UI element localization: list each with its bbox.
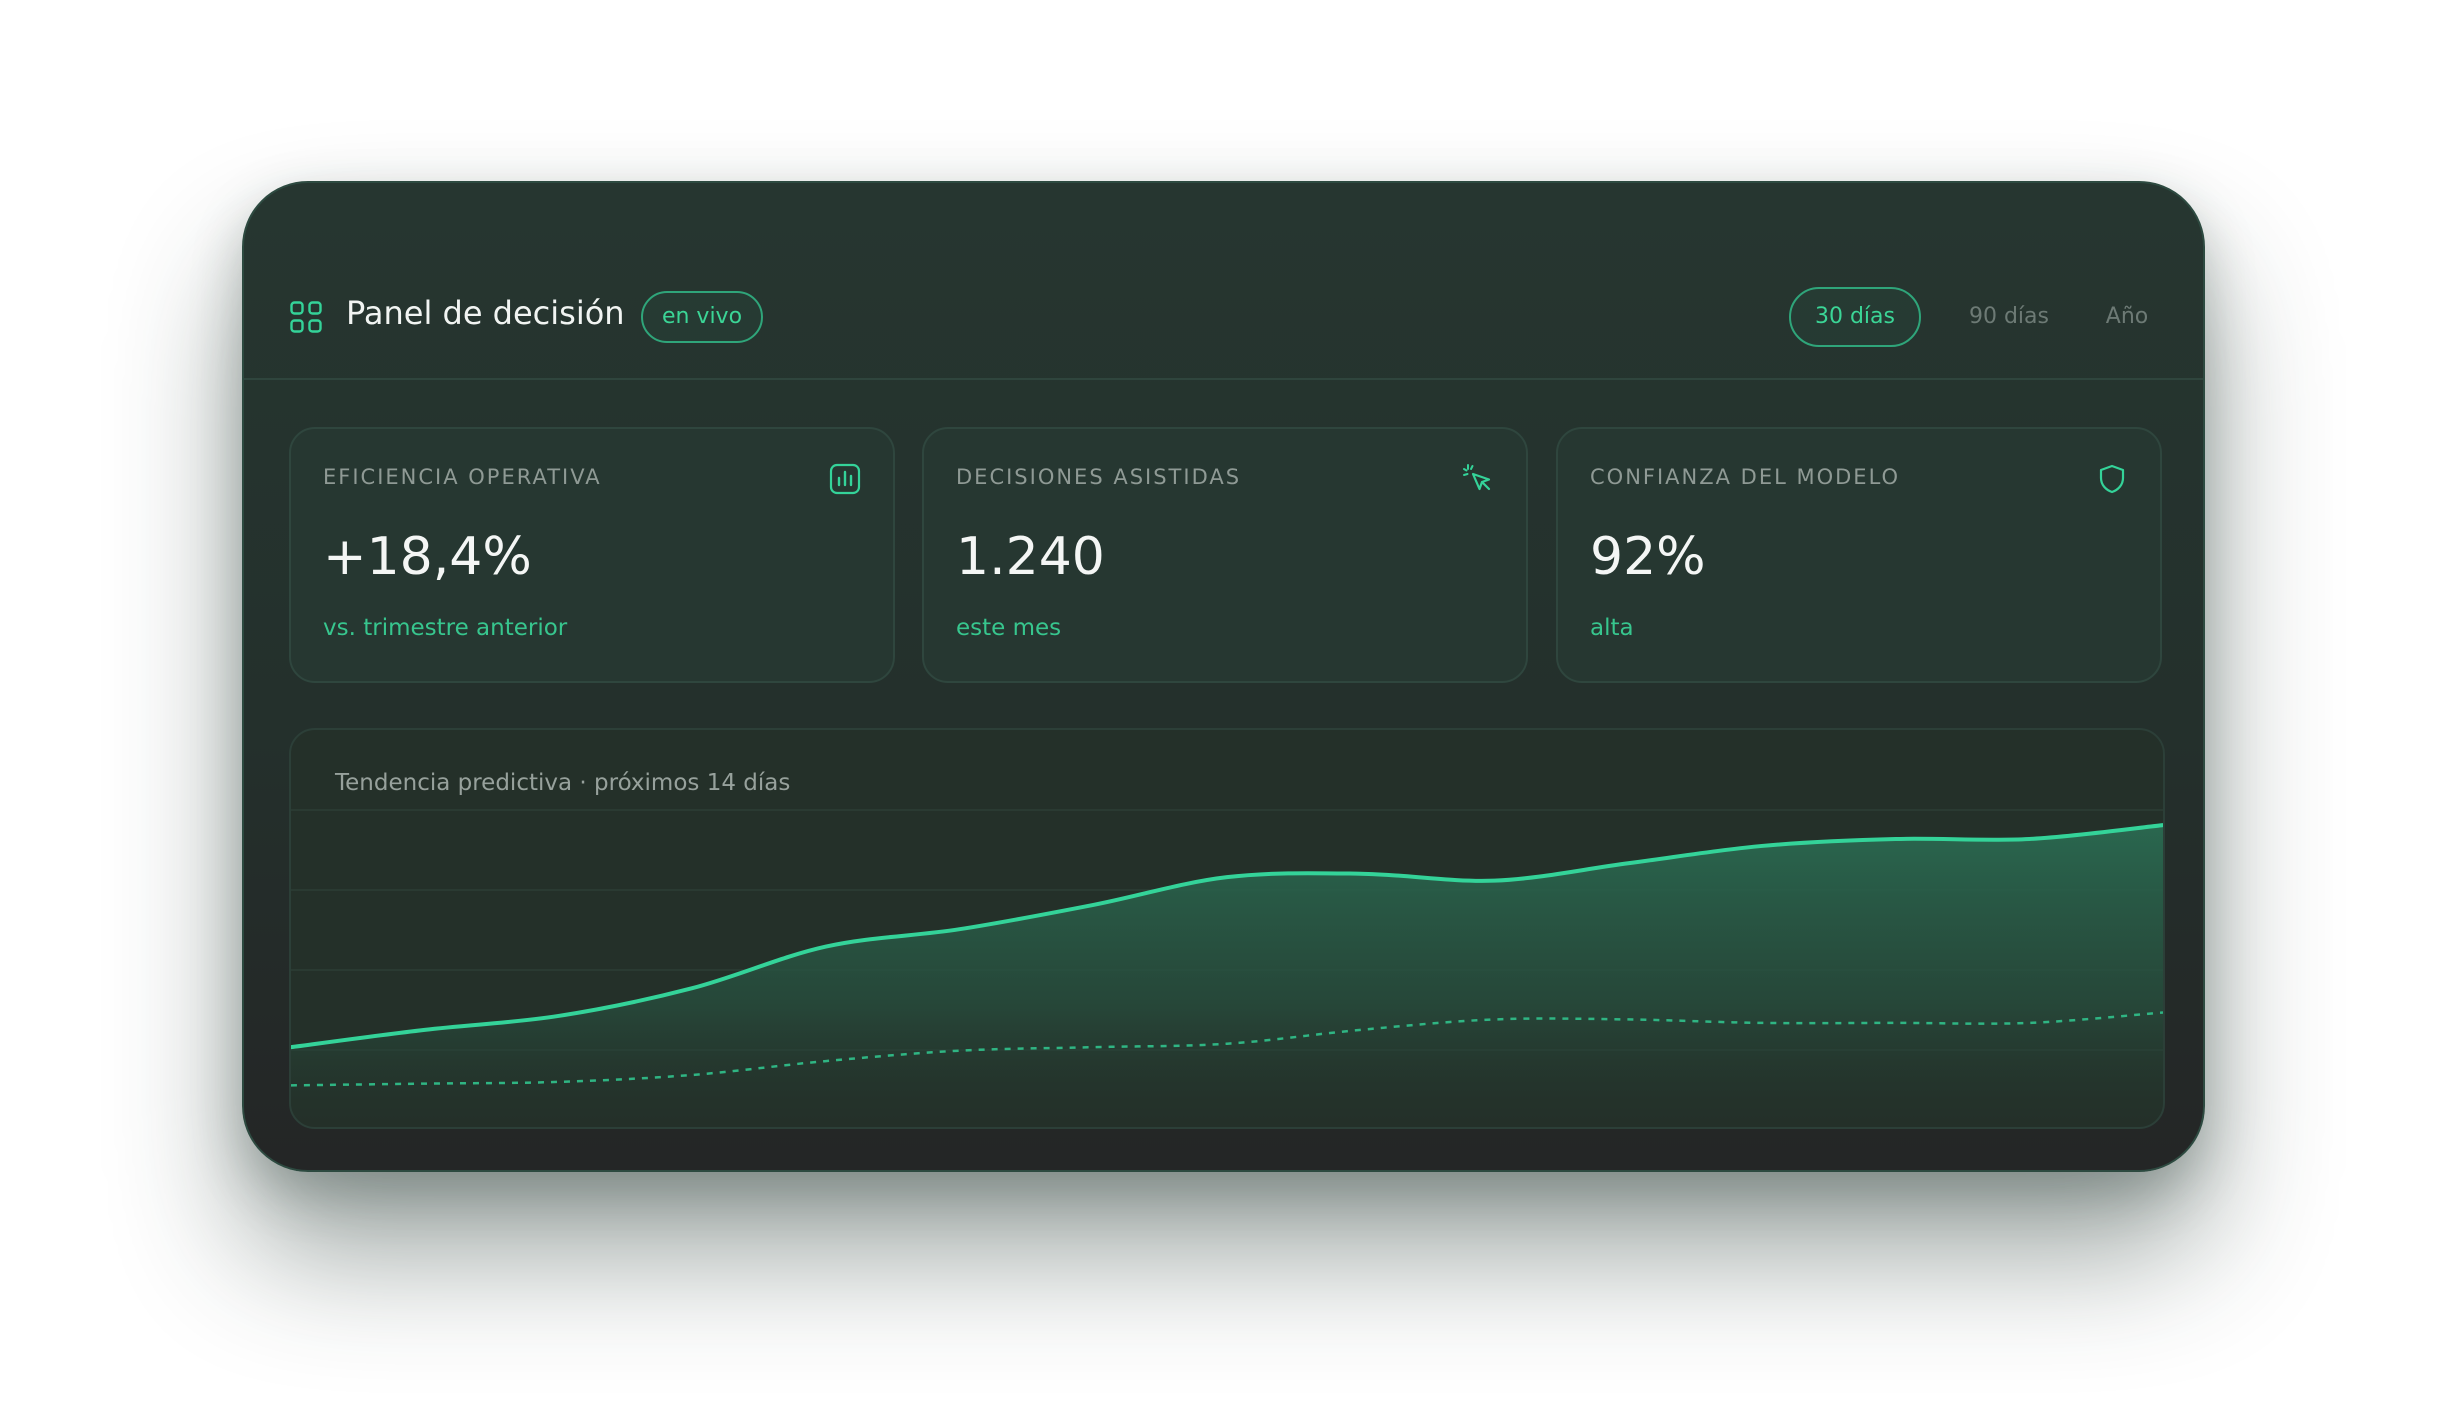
kpi-label: EFICIENCIA OPERATIVA bbox=[323, 465, 602, 489]
forecast-area-fill bbox=[291, 825, 2163, 1127]
kpi-card-decisions: DECISIONES ASISTIDAS 1.240 este mes bbox=[922, 427, 1528, 683]
kpi-label: CONFIANZA DEL MODELO bbox=[1590, 465, 1901, 489]
tab-year[interactable]: Año bbox=[2089, 287, 2165, 347]
tab-90-days[interactable]: 90 días bbox=[1944, 287, 2074, 347]
bar-chart-icon bbox=[829, 463, 861, 495]
kpi-card-efficiency: EFICIENCIA OPERATIVA +18,4% vs. trimestr… bbox=[289, 427, 895, 683]
shield-icon bbox=[2099, 464, 2125, 494]
decision-panel-card: Panel de decisión en vivo 30 días 90 día… bbox=[242, 181, 2205, 1172]
panel-header: Panel de decisión en vivo 30 días 90 día… bbox=[244, 183, 2203, 380]
kpi-value: 92% bbox=[1590, 527, 1706, 587]
tab-30-days[interactable]: 30 días bbox=[1789, 287, 1921, 347]
trend-chart-panel: Tendencia predictiva · próximos 14 días bbox=[289, 728, 2165, 1129]
cursor-click-icon bbox=[1463, 464, 1491, 491]
kpi-subtext: vs. trimestre anterior bbox=[323, 615, 568, 641]
kpi-value: 1.240 bbox=[956, 527, 1105, 587]
kpi-label: DECISIONES ASISTIDAS bbox=[956, 465, 1242, 489]
kpi-value: +18,4% bbox=[323, 527, 532, 587]
kpi-subtext: alta bbox=[1590, 615, 1634, 641]
page-title: Panel de decisión bbox=[346, 294, 625, 332]
live-status-badge: en vivo bbox=[641, 291, 763, 343]
grid-icon bbox=[290, 301, 322, 333]
kpi-subtext: este mes bbox=[956, 615, 1062, 641]
kpi-card-confidence: CONFIANZA DEL MODELO 92% alta bbox=[1556, 427, 2162, 683]
chart-title: Tendencia predictiva · próximos 14 días bbox=[335, 770, 791, 796]
